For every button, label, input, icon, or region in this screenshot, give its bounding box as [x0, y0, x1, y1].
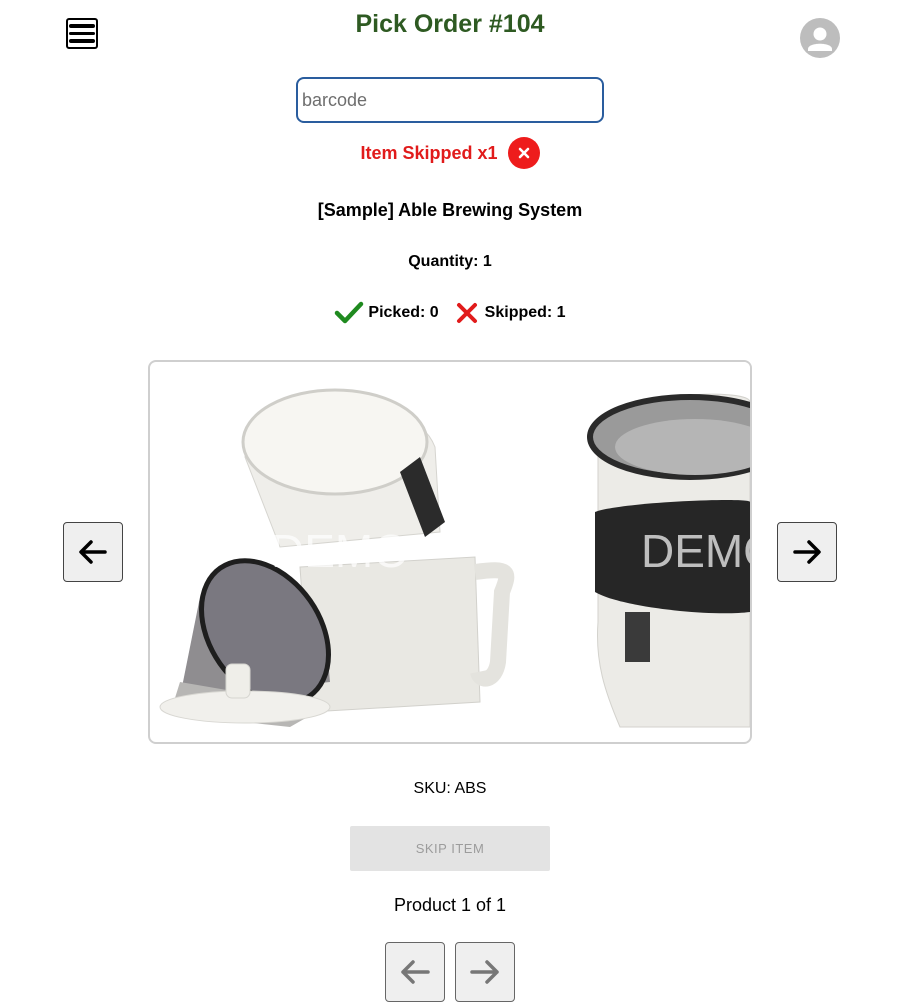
- product-image: DEMO: [159, 362, 565, 727]
- arrow-left-icon: [401, 960, 430, 984]
- pick-counts: Picked: 0 Skipped: 1: [0, 300, 900, 326]
- page-title: Pick Order #104: [355, 10, 545, 38]
- watermark-text: DEMO: [271, 525, 409, 577]
- product-image-carousel[interactable]: DEMO DEMO: [148, 360, 752, 744]
- arrow-right-icon: [793, 540, 821, 564]
- product-pager-text: Product 1 of 1: [393, 895, 507, 915]
- previous-product-button[interactable]: [385, 942, 445, 1002]
- carousel-next-button[interactable]: [777, 522, 837, 582]
- barcode-input[interactable]: [296, 77, 604, 123]
- cross-icon: [456, 303, 477, 323]
- close-icon[interactable]: [507, 137, 540, 169]
- product-image-next: DEMO: [580, 362, 750, 728]
- next-product-button[interactable]: [455, 942, 515, 1002]
- product-name: [Sample] Able Brewing System: [317, 200, 583, 220]
- checkmark-icon: [335, 301, 364, 324]
- status-message: Item Skipped x1: [0, 137, 900, 169]
- quantity-label: Quantity: 1: [408, 253, 492, 270]
- sku-label: SKU: ABS: [413, 780, 487, 797]
- carousel-prev-button[interactable]: [63, 522, 123, 582]
- arrow-left-icon: [79, 540, 107, 564]
- user-avatar-icon[interactable]: [800, 18, 840, 58]
- svg-text:DEMO: DEMO: [641, 525, 750, 577]
- picked-count: Picked: 0: [368, 304, 439, 321]
- skip-item-button[interactable]: SKIP ITEM: [350, 826, 550, 871]
- skipped-count: Skipped: 1: [484, 304, 566, 321]
- arrow-right-icon: [470, 960, 499, 984]
- status-text: Item Skipped x1: [360, 142, 498, 163]
